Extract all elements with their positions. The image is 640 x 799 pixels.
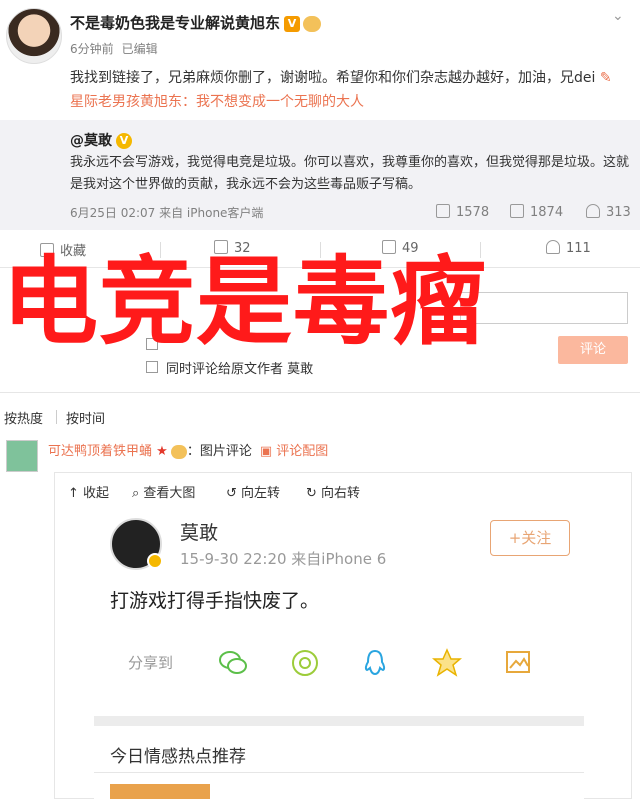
rotate-right-button[interactable]: ↻ 向右转 — [306, 482, 360, 501]
star-share-icon — [432, 648, 462, 677]
weibo-page: ⌄ 不是毒奶色我是专业解说黄旭东 V 6分钟前 已编辑 我找到链接了，兄弟麻烦你删了… — [0, 0, 640, 799]
quoted-like-count[interactable]: 313 — [586, 204, 631, 220]
divider — [56, 410, 57, 424]
comment-suffix: ：图片评论 — [186, 444, 252, 459]
verified-badge-icon — [147, 553, 163, 569]
quoted-likes-value: 313 — [606, 205, 631, 220]
quoted-repost-count[interactable]: 1578 — [436, 204, 489, 220]
overlay-caption: 电竞是毒瘤 — [2, 246, 487, 358]
emoji-badge-icon — [170, 444, 187, 459]
also-comment-checkbox[interactable] — [146, 361, 158, 373]
comment-image-link[interactable]: ▣ 评论配图 — [260, 444, 328, 459]
wechat-icon — [219, 651, 247, 674]
quoted-author[interactable]: @莫敢 V — [70, 130, 132, 150]
comment-image-label[interactable]: 评论配图 — [276, 444, 328, 459]
post-time[interactable]: 6分钟前 — [70, 42, 114, 56]
image-share-icon — [506, 651, 530, 673]
sort-by-hot[interactable]: 按热度 — [4, 408, 43, 427]
section-separator — [94, 716, 584, 726]
moments-icon — [292, 650, 318, 676]
embedded-author: 莫敢 — [180, 522, 219, 544]
embedded-time: 15-9-30 22:20 来自iPhone 6 — [180, 550, 387, 568]
quoted-text: 我永远不会写游戏，我觉得电竞是垃圾。你可以喜欢，我尊重你的喜欢，但我觉得那是垃圾… — [70, 155, 630, 192]
thumbs-up-icon — [546, 240, 560, 254]
recommend-thumbnail — [110, 784, 210, 799]
chevron-down-icon[interactable]: ⌄ — [612, 8, 624, 24]
comment-icon — [510, 204, 524, 218]
quoted-meta[interactable]: 6月25日 02:07 来自 iPhone客户端 — [70, 204, 263, 221]
divider — [0, 392, 640, 393]
rotate-left-button[interactable]: ↺ 向左转 — [226, 482, 280, 501]
divider — [94, 772, 584, 773]
comment-line: 可达鸭顶着铁甲蛹 ★ ：图片评论 ▣ 评论配图 — [48, 440, 328, 459]
quoted-reposts-value: 1578 — [456, 205, 490, 220]
comment-submit-button[interactable]: 评论 — [558, 336, 628, 364]
post-link-text[interactable]: 星际老男孩黄旭东：我不想变成一个无聊的大人 — [70, 94, 364, 110]
repost-icon — [436, 204, 450, 218]
quoted-comments-value: 1874 — [530, 205, 564, 220]
post-author[interactable]: 不是毒奶色我是专业解说黄旭东 V — [70, 12, 322, 33]
collapse-button[interactable]: ↑ 收起 — [68, 482, 109, 501]
like-count: 111 — [566, 241, 591, 256]
post-edited: 已编辑 — [121, 42, 158, 56]
emoji-badge-icon — [303, 15, 322, 32]
commenter-name[interactable]: 可达鸭顶着铁甲蛹 — [48, 444, 152, 459]
post-meta: 6分钟前 已编辑 — [70, 40, 166, 57]
post-body: 我找到链接了，兄弟麻烦你删了，谢谢啦。希望你和你们杂志越办越好，加油，兄dei — [70, 70, 596, 86]
verified-badge-icon: V — [116, 133, 132, 149]
verified-badge-icon: V — [284, 15, 301, 32]
view-large-label: 查看大图 — [143, 486, 196, 501]
like-button[interactable]: 111 — [546, 240, 591, 256]
quoted-comment-count[interactable]: 1874 — [510, 204, 563, 220]
post-author-name[interactable]: 不是毒奶色我是专业解说黄旭东 — [70, 14, 280, 32]
collapse-label: 收起 — [83, 486, 110, 501]
view-large-button[interactable]: ⌕ 查看大图 — [132, 482, 195, 501]
rotate-right-label: 向右转 — [321, 486, 361, 501]
share-label: 分享到 — [128, 654, 174, 672]
also-comment-label: 同时评论给原文作者 莫敢 — [166, 362, 314, 377]
commenter-avatar[interactable] — [6, 440, 38, 472]
thumbs-up-icon — [586, 204, 600, 218]
quoted-author-name[interactable]: @莫敢 — [70, 133, 112, 149]
post-text: 我找到链接了，兄弟麻烦你删了，谢谢啦。希望你和你们杂志越办越好，加油，兄dei … — [70, 66, 630, 114]
recommend-title: 今日情感热点推荐 — [110, 747, 246, 767]
star-badge-icon: ★ — [152, 444, 168, 459]
avatar[interactable] — [6, 8, 62, 64]
sort-by-time[interactable]: 按时间 — [66, 408, 105, 427]
embedded-text: 打游戏打得手指快废了。 — [110, 590, 320, 612]
qq-icon — [364, 649, 386, 676]
rotate-left-label: 向左转 — [241, 486, 281, 501]
embedded-follow-button: +关注 — [490, 520, 570, 556]
